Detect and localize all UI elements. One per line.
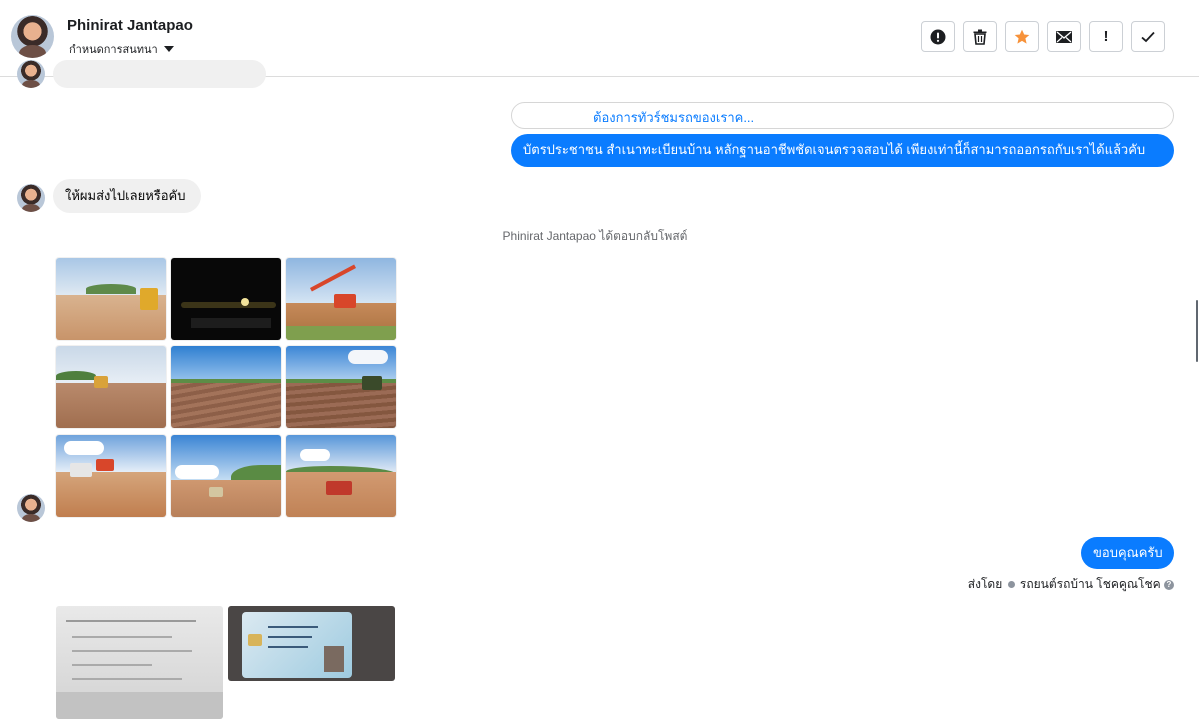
- mark-important-button[interactable]: !: [1089, 21, 1123, 52]
- conversation-view: Phinirat Jantapao กำหนดการสนทนา ! ต้องกา…: [0, 0, 1199, 719]
- trash-icon: [973, 29, 987, 45]
- star-button[interactable]: [1005, 21, 1039, 52]
- replied-message-preview[interactable]: ต้องการทัวร์ชมรถของเราค...: [511, 102, 1174, 129]
- contact-avatar[interactable]: [11, 15, 54, 58]
- photo-thumbnail[interactable]: [286, 258, 396, 340]
- caret-down-icon: [163, 46, 174, 52]
- action-toolbar: !: [921, 21, 1165, 52]
- conversation-menu[interactable]: กำหนดการสนทนา: [69, 40, 174, 58]
- photo-thumbnail[interactable]: [56, 435, 166, 517]
- sent-by-prefix: ส่งโดย: [967, 577, 1003, 591]
- mark-unread-button[interactable]: [1047, 21, 1081, 52]
- incoming-message[interactable]: ให้ผมส่งไปเลยหรือคับ: [53, 179, 201, 213]
- contact-avatar[interactable]: [17, 494, 45, 522]
- star-icon: [1014, 29, 1030, 44]
- page-badge-icon: [1007, 581, 1015, 589]
- system-note: Phinirat Jantapao ได้ตอบกลับโพสต์: [502, 229, 688, 243]
- check-icon: [1141, 31, 1155, 42]
- photo-thumbnail[interactable]: [171, 258, 281, 340]
- delete-button[interactable]: [963, 21, 997, 52]
- scrollbar-thumb[interactable]: [1196, 300, 1198, 362]
- contact-avatar[interactable]: [17, 60, 45, 88]
- photo-thumbnail[interactable]: [171, 435, 281, 517]
- outgoing-message[interactable]: ขอบคุณครับ: [1081, 537, 1174, 569]
- help-icon[interactable]: ?: [1164, 579, 1174, 590]
- document-photo-id-card[interactable]: [228, 606, 395, 681]
- mark-done-button[interactable]: [1131, 21, 1165, 52]
- outgoing-message[interactable]: บัตรประชาชน สำเนาทะเบียนบ้าน หลักฐานอาชี…: [511, 134, 1174, 167]
- sender-page-link[interactable]: รถยนต์รถบ้าน โชคคูณโชค: [1020, 577, 1161, 591]
- photo-thumbnail[interactable]: [56, 346, 166, 428]
- document-photo-house-registration[interactable]: [56, 606, 223, 719]
- report-button[interactable]: [921, 21, 955, 52]
- photo-thumbnail[interactable]: [56, 258, 166, 340]
- incoming-message[interactable]: [53, 60, 266, 88]
- contact-name[interactable]: Phinirat Jantapao: [67, 17, 193, 34]
- envelope-icon: [1056, 30, 1072, 43]
- contact-avatar[interactable]: [17, 184, 45, 212]
- photo-thumbnail[interactable]: [171, 346, 281, 428]
- conversation-menu-label: กำหนดการสนทนา: [69, 44, 158, 56]
- exclamation-circle-icon: [930, 29, 946, 44]
- sent-by-info: ส่งโดย รถยนต์รถบ้าน โชคคูณโชค ?: [900, 575, 1174, 594]
- photo-thumbnail[interactable]: [286, 435, 396, 517]
- photo-thumbnail[interactable]: [286, 346, 396, 428]
